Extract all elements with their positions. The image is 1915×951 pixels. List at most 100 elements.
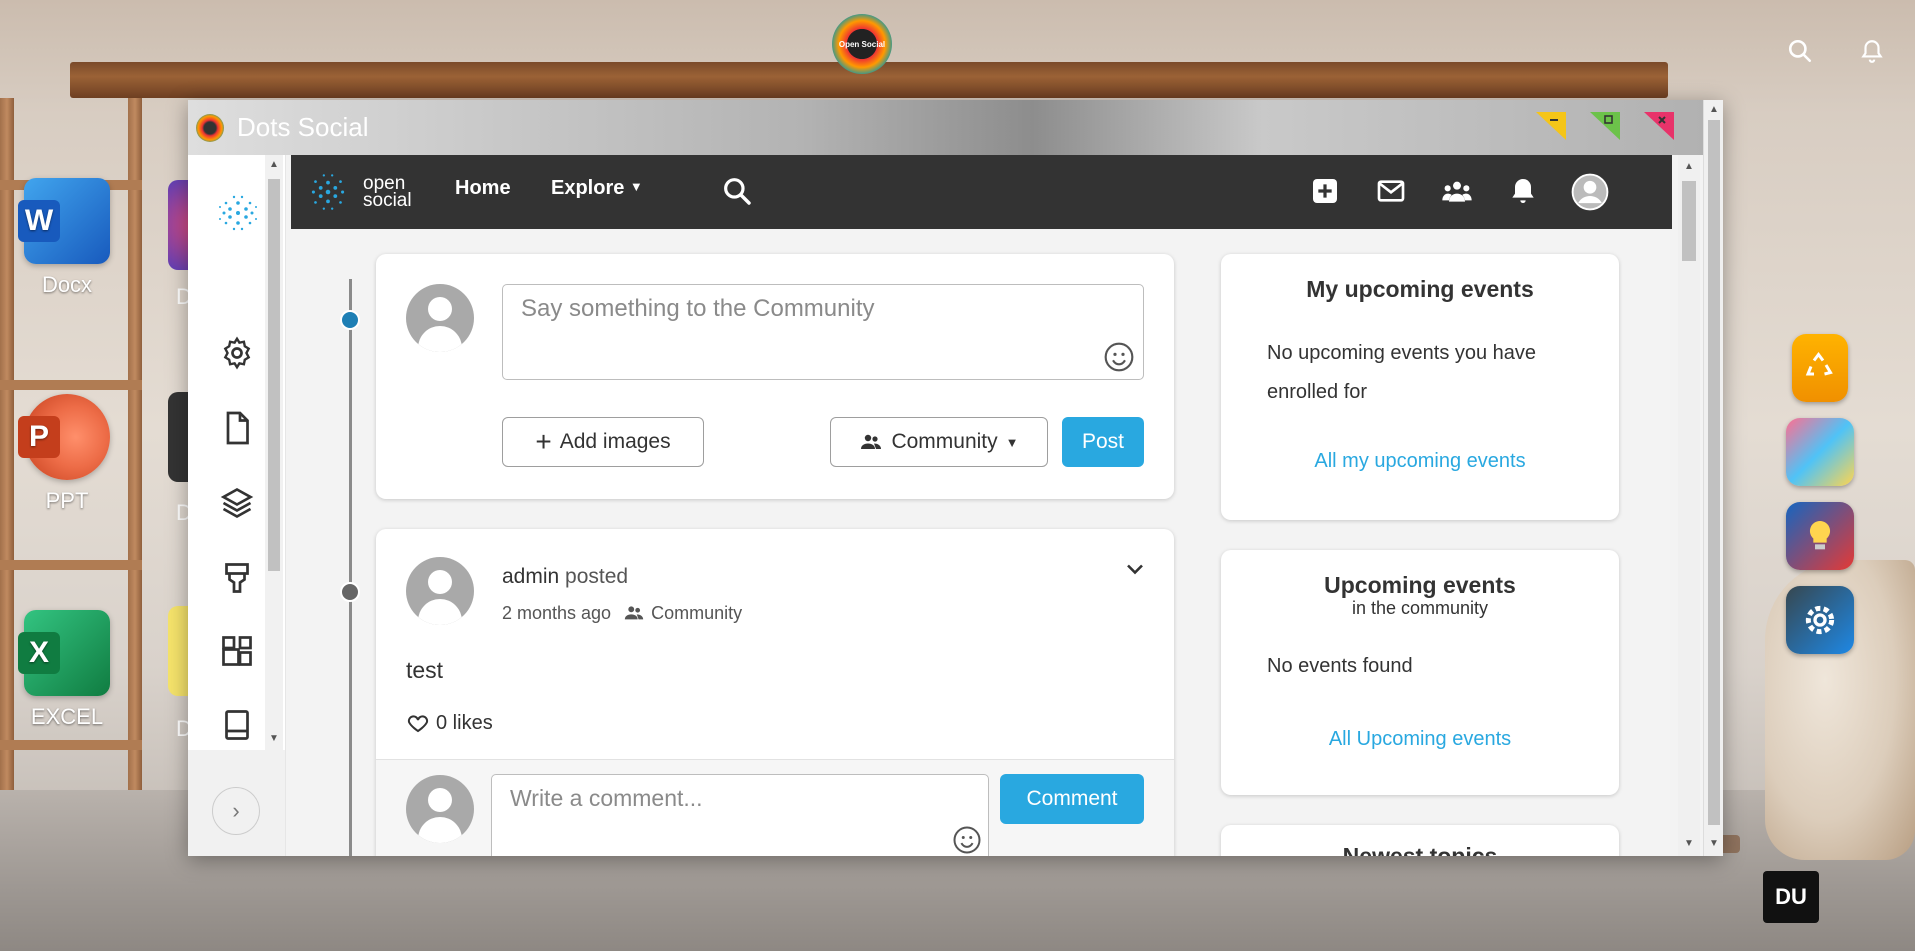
- expand-rail-button[interactable]: ›: [212, 787, 260, 835]
- post-author-link[interactable]: admin: [502, 565, 559, 588]
- create-plus-icon[interactable]: [1309, 175, 1341, 207]
- community-events-empty: No events found: [1267, 655, 1413, 677]
- post-body: test: [406, 657, 444, 683]
- dots-logo-icon[interactable]: [214, 189, 262, 237]
- bell-icon[interactable]: [1859, 38, 1885, 64]
- desktop-icon-docx[interactable]: W Docx: [12, 178, 122, 298]
- desktop-icon-label: Docx: [41, 272, 93, 297]
- post-header: admin posted: [502, 565, 628, 589]
- du-logo[interactable]: DU: [1763, 871, 1819, 923]
- groups-icon[interactable]: [1441, 175, 1473, 207]
- avatar[interactable]: [406, 557, 474, 625]
- notifications-bell-icon[interactable]: [1507, 175, 1539, 207]
- my-events-card: My upcoming events No upcoming events yo…: [1221, 254, 1619, 520]
- search-icon[interactable]: [721, 175, 753, 207]
- window-title: Dots Social: [237, 112, 369, 142]
- recycle-bin-icon[interactable]: [1792, 334, 1848, 402]
- post-placeholder: Say something to the Community: [521, 295, 875, 322]
- nav-explore-label: Explore: [551, 177, 625, 199]
- caret-down-icon: ▼: [1005, 434, 1019, 450]
- caret-down-icon: ▼: [629, 179, 643, 194]
- document-icon[interactable]: [219, 410, 255, 446]
- post-textarea[interactable]: Say something to the Community: [502, 284, 1144, 380]
- post-card: admin posted 2 months ago Community test…: [376, 529, 1174, 856]
- book-icon[interactable]: [219, 707, 255, 743]
- post-options-chevron-icon[interactable]: [1121, 555, 1149, 583]
- my-events-empty: No upcoming events you have enrolled for: [1267, 342, 1537, 403]
- gear-icon[interactable]: [219, 335, 255, 371]
- maximize-button[interactable]: [1588, 108, 1622, 142]
- newest-topics-card: Newest topics: [1221, 825, 1619, 856]
- ladder-rung: [0, 380, 142, 390]
- open-social-logo[interactable]: Open Social: [832, 14, 892, 74]
- add-images-button[interactable]: + Add images: [502, 417, 704, 467]
- scrollbar-thumb[interactable]: [268, 179, 280, 571]
- newest-topics-title: Newest topics: [1342, 843, 1498, 856]
- post-button[interactable]: Post: [1062, 417, 1144, 467]
- community-events-card: Upcoming events in the community No even…: [1221, 550, 1619, 795]
- community-events-subtitle: in the community: [1351, 598, 1489, 618]
- like-button[interactable]: 0 likes: [406, 711, 493, 735]
- activity-stream: Say something to the Community + Add ima…: [291, 229, 1672, 856]
- window-scrollbar[interactable]: ▲ ▼: [1703, 100, 1723, 856]
- desktop-icon-label: EXCEL: [30, 704, 104, 729]
- mail-icon[interactable]: [1375, 175, 1407, 207]
- content-scrollbar[interactable]: ▲ ▼: [1678, 155, 1700, 856]
- brand-wordmark[interactable]: open social: [363, 174, 412, 210]
- heart-icon: [407, 715, 429, 733]
- post-meta: 2 months ago Community: [502, 602, 742, 624]
- scroll-down-arrow[interactable]: ▼: [1708, 838, 1720, 849]
- top-navbar: open social Home Explore ▼: [291, 155, 1672, 229]
- my-events-title: My upcoming events: [1306, 276, 1534, 302]
- scroll-up-arrow[interactable]: ▲: [268, 159, 280, 170]
- post-action: posted: [565, 565, 629, 588]
- desktop-icon-ppt[interactable]: P PPT: [12, 394, 122, 514]
- desktop-icon-label: PPT: [45, 488, 89, 513]
- open-social-logo-icon[interactable]: [303, 167, 353, 217]
- avatar: [406, 284, 474, 352]
- rail-scrollbar[interactable]: ▲ ▼: [265, 155, 283, 750]
- timeline-dot-active: [340, 310, 360, 330]
- comment-textarea[interactable]: Write a comment...: [491, 774, 989, 856]
- minimize-button[interactable]: [1534, 108, 1568, 142]
- comment-button[interactable]: Comment: [1000, 774, 1144, 824]
- scroll-down-arrow[interactable]: ▼: [1683, 838, 1695, 849]
- all-my-events-link[interactable]: All my upcoming events: [1221, 450, 1619, 473]
- chevron-right-icon: ›: [232, 798, 240, 823]
- close-button[interactable]: [1642, 108, 1676, 142]
- nav-explore[interactable]: Explore ▼: [551, 177, 643, 200]
- visibility-dropdown[interactable]: Community ▼: [830, 417, 1048, 467]
- desktop-icon-excel[interactable]: X EXCEL: [12, 610, 122, 730]
- ladder-rung: [0, 740, 142, 750]
- post-composer: Say something to the Community + Add ima…: [376, 254, 1174, 499]
- game-app-icon[interactable]: [1786, 418, 1854, 486]
- scrollbar-thumb[interactable]: [1682, 181, 1696, 261]
- app-logo-icon: [196, 114, 224, 142]
- post-visibility: Community: [651, 602, 743, 623]
- widgets-icon[interactable]: [219, 633, 255, 669]
- nav-home[interactable]: Home: [455, 177, 511, 200]
- scrollbar-thumb[interactable]: [1708, 120, 1720, 825]
- all-upcoming-events-link[interactable]: All Upcoming events: [1221, 728, 1619, 751]
- scroll-down-arrow[interactable]: ▼: [268, 733, 280, 744]
- brush-icon[interactable]: [219, 560, 255, 596]
- scroll-up-arrow[interactable]: ▲: [1683, 161, 1695, 172]
- user-avatar-icon[interactable]: [1571, 173, 1609, 211]
- avatar: [406, 775, 474, 843]
- window-titlebar[interactable]: Dots Social: [188, 100, 1723, 155]
- powerpoint-icon: P: [18, 394, 110, 480]
- emoji-icon[interactable]: [952, 825, 982, 855]
- timeline-line: [349, 279, 352, 856]
- add-images-label: Add images: [559, 430, 671, 453]
- comment-area: Write a comment... Comment: [376, 759, 1174, 856]
- visibility-label: Community: [891, 430, 998, 453]
- emoji-icon[interactable]: [1103, 341, 1135, 373]
- lightbulb-app-icon[interactable]: [1786, 502, 1854, 570]
- post-timestamp[interactable]: 2 months ago: [502, 603, 611, 624]
- layers-icon[interactable]: [219, 485, 255, 521]
- people-icon: [624, 606, 644, 620]
- scroll-up-arrow[interactable]: ▲: [1708, 104, 1720, 115]
- search-icon[interactable]: [1787, 38, 1813, 64]
- people-icon: [861, 434, 882, 449]
- settings-app-icon[interactable]: [1786, 586, 1854, 654]
